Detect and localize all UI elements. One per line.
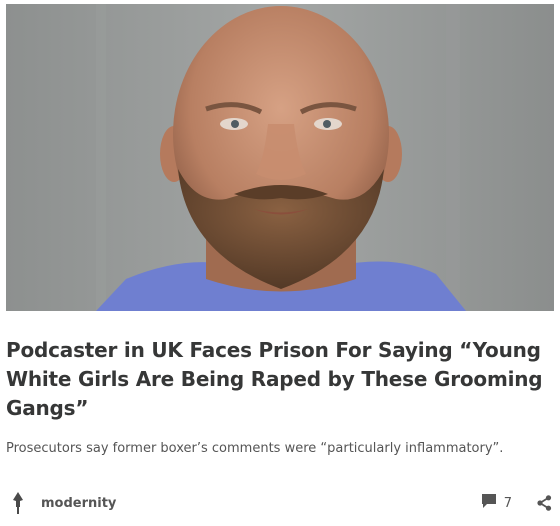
comment-count: 7 xyxy=(503,495,512,511)
post-title[interactable]: Podcaster in UK Faces Prison For Saying … xyxy=(6,336,546,423)
post-hero-image[interactable] xyxy=(6,4,554,311)
comment-bubble-icon xyxy=(480,492,498,514)
post-card: Podcaster in UK Faces Prison For Saying … xyxy=(0,0,560,526)
author-name[interactable]: modernity xyxy=(41,496,116,511)
post-footer: modernity 7 xyxy=(6,489,554,517)
mugshot-photo xyxy=(6,4,554,311)
comments-button[interactable]: 7 xyxy=(480,492,512,514)
post-subtitle: Prosecutors say former boxer’s comments … xyxy=(6,441,504,456)
spear-icon[interactable] xyxy=(6,491,30,515)
share-icon[interactable] xyxy=(534,493,554,513)
